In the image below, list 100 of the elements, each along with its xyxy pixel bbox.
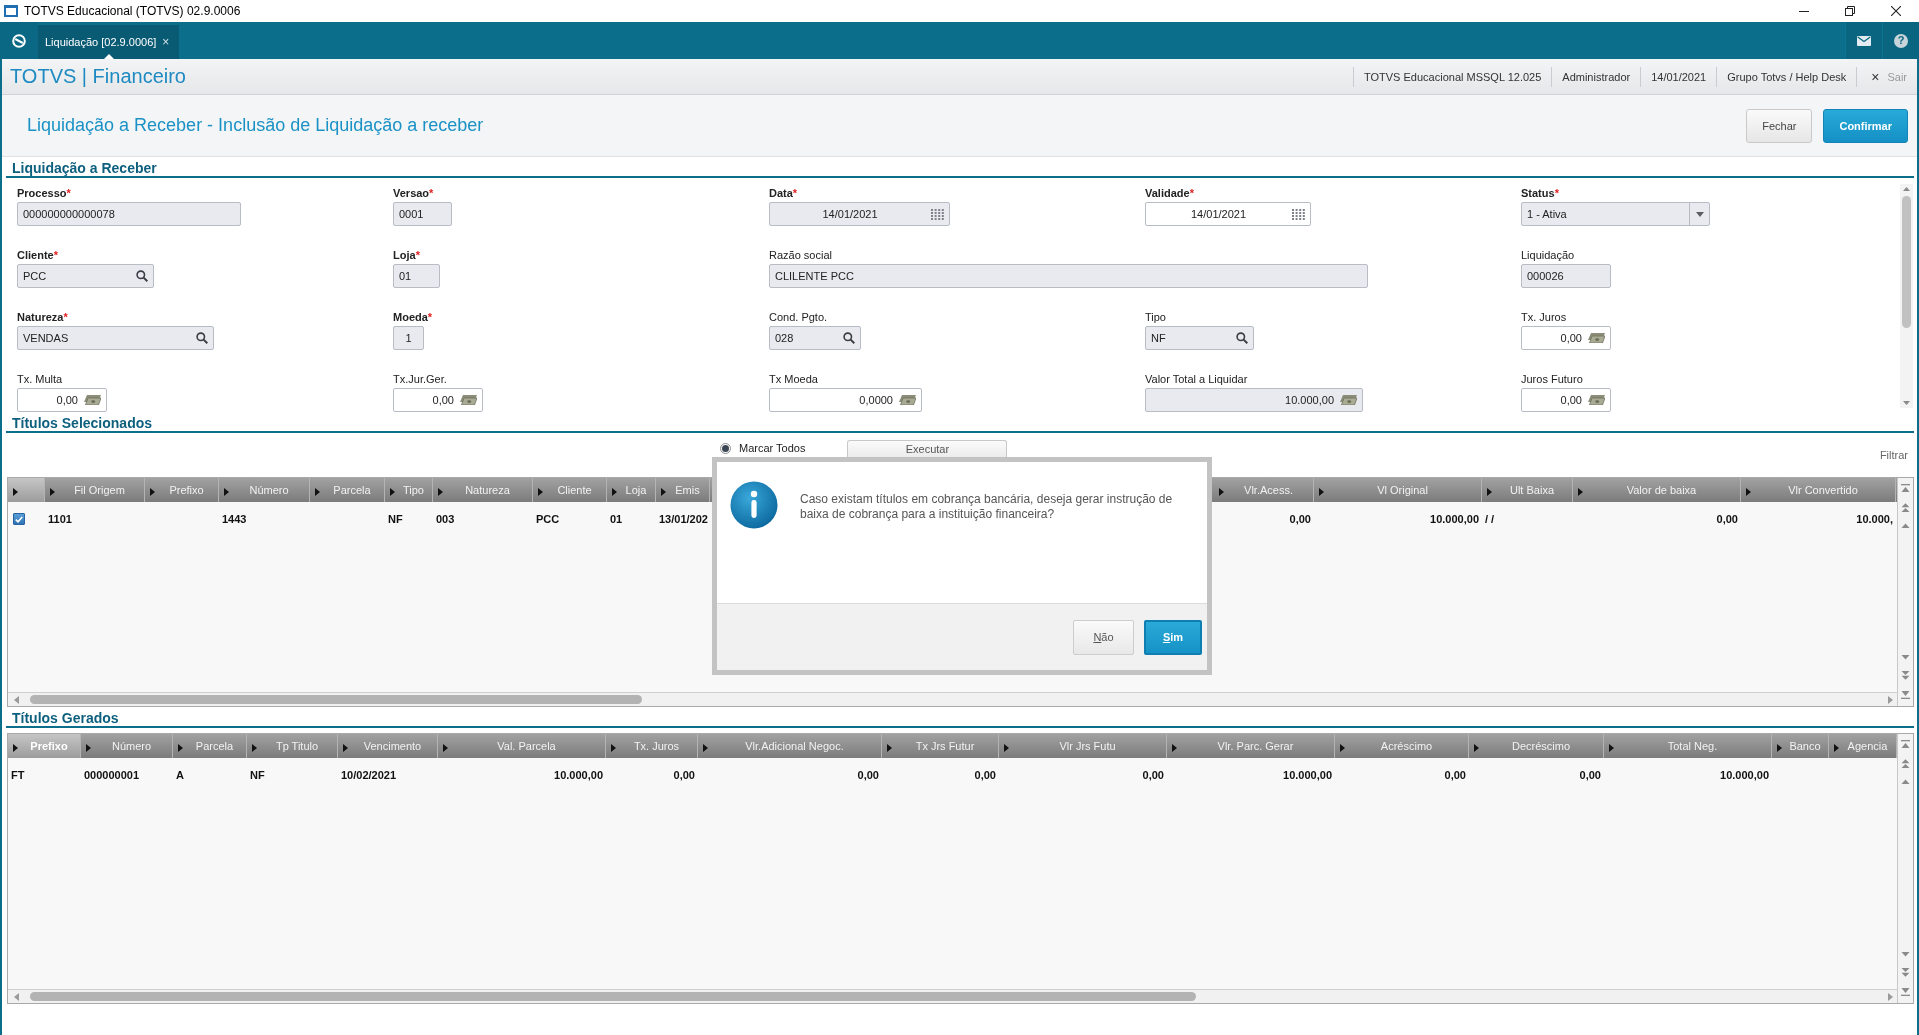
caret-icon[interactable]	[178, 744, 183, 752]
column-header[interactable]: Decréscimo	[1469, 734, 1604, 758]
search-icon[interactable]	[843, 332, 855, 344]
close-form-button[interactable]: Fechar	[1746, 108, 1813, 143]
column-header[interactable]	[8, 478, 45, 502]
column-header[interactable]: Tx Jrs Futur	[882, 734, 999, 758]
column-header[interactable]: Número	[81, 734, 173, 758]
row-checkbox[interactable]	[13, 513, 25, 525]
caret-icon[interactable]	[611, 744, 616, 752]
caret-icon[interactable]	[887, 744, 892, 752]
scroll-up-icon[interactable]	[1901, 523, 1910, 528]
column-header[interactable]: Tx. Juros	[606, 734, 698, 758]
vertical-scrollbar[interactable]	[1897, 478, 1913, 706]
scroll-down-icon[interactable]	[1903, 401, 1910, 405]
text-field[interactable]: 1	[393, 326, 424, 350]
caret-icon[interactable]	[50, 488, 55, 496]
tab-close-button[interactable]: ×	[162, 35, 170, 49]
caret-icon[interactable]	[13, 488, 18, 496]
caret-icon[interactable]	[1172, 744, 1177, 752]
horizontal-scrollbar[interactable]	[8, 692, 1897, 706]
caret-icon[interactable]	[224, 488, 229, 496]
caret-icon[interactable]	[150, 488, 155, 496]
date-field[interactable]: 14/01/2021	[769, 202, 950, 226]
money-icon[interactable]	[84, 395, 101, 405]
column-header[interactable]: Acréscimo	[1335, 734, 1469, 758]
number-field[interactable]: 0,00	[1521, 388, 1611, 412]
column-header[interactable]: Ult Baixa	[1482, 478, 1573, 502]
caret-icon[interactable]	[1746, 488, 1751, 496]
column-header[interactable]: Prefixo	[8, 734, 81, 758]
page-down-icon[interactable]	[1901, 671, 1910, 680]
column-header[interactable]: Valor de baixa	[1573, 478, 1741, 502]
scroll-bottom-icon[interactable]	[1901, 988, 1910, 996]
column-header[interactable]: Fil Origem	[45, 478, 145, 502]
radio-button[interactable]	[720, 442, 731, 454]
restore-icon[interactable]	[1845, 6, 1855, 16]
caret-icon[interactable]	[1319, 488, 1324, 496]
text-field[interactable]: CLILENTE PCC	[769, 264, 1368, 288]
scroll-down-icon[interactable]	[1901, 952, 1910, 957]
column-header[interactable]: Vlr.Acess.	[1214, 478, 1314, 502]
caret-icon[interactable]	[390, 488, 395, 496]
confirm-button[interactable]: Confirmar	[1823, 108, 1908, 143]
radio-label[interactable]: Marcar Todos	[739, 442, 806, 454]
column-header[interactable]: Vlr.Adicional Negoc.	[698, 734, 882, 758]
column-header[interactable]: Parcela	[310, 478, 385, 502]
caret-icon[interactable]	[86, 744, 91, 752]
search-icon[interactable]	[136, 270, 148, 282]
lookup-field[interactable]: NF	[1145, 326, 1254, 350]
text-field[interactable]: 000000000000078	[17, 202, 241, 226]
text-field[interactable]: 000026	[1521, 264, 1611, 288]
column-header[interactable]: Tp Titulo	[247, 734, 338, 758]
column-header[interactable]: Parcela	[173, 734, 247, 758]
column-header[interactable]: Vencimento	[338, 734, 438, 758]
page-down-icon[interactable]	[1901, 968, 1910, 977]
column-header[interactable]: Tipo	[385, 478, 433, 502]
yes-button[interactable]: Sim	[1144, 619, 1202, 655]
caret-icon[interactable]	[252, 744, 257, 752]
column-header[interactable]: Número	[219, 478, 310, 502]
column-header[interactable]: Val. Parcela	[438, 734, 606, 758]
money-icon[interactable]	[1588, 395, 1605, 405]
logout-button[interactable]: × Sair	[1856, 66, 1917, 87]
number-field[interactable]: 10.000,00	[1145, 388, 1363, 412]
scroll-top-icon[interactable]	[1901, 740, 1910, 748]
caret-icon[interactable]	[1578, 488, 1583, 496]
scroll-down-icon[interactable]	[1901, 655, 1910, 660]
horizontal-scrollbar[interactable]	[8, 989, 1897, 1003]
caret-icon[interactable]	[13, 744, 18, 752]
help-button[interactable]: ?	[1894, 33, 1908, 48]
dropdown[interactable]: 1 - Ativa	[1521, 202, 1710, 226]
caret-icon[interactable]	[1487, 488, 1492, 496]
lookup-field[interactable]: 028	[769, 326, 861, 350]
column-header[interactable]: Cliente	[533, 478, 607, 502]
lookup-field[interactable]: VENDAS	[17, 326, 214, 350]
scrollbar-thumb[interactable]	[30, 992, 1196, 1001]
column-header[interactable]: Vlr. Parc. Gerar	[1167, 734, 1335, 758]
vertical-scrollbar[interactable]	[1897, 734, 1913, 1003]
caret-icon[interactable]	[1004, 744, 1009, 752]
search-icon[interactable]	[1236, 332, 1248, 344]
money-icon[interactable]	[899, 395, 916, 405]
number-field[interactable]: 0,00	[1521, 326, 1611, 350]
number-field[interactable]: 0,00	[17, 388, 107, 412]
money-icon[interactable]	[460, 395, 477, 405]
scroll-bottom-icon[interactable]	[1901, 691, 1910, 699]
column-header[interactable]: Vlr Jrs Futu	[999, 734, 1167, 758]
number-field[interactable]: 0,0000	[769, 388, 922, 412]
caret-icon[interactable]	[1834, 744, 1839, 752]
caret-icon[interactable]	[1340, 744, 1345, 752]
calendar-icon[interactable]	[1292, 208, 1305, 220]
scroll-top-icon[interactable]	[1901, 484, 1910, 492]
column-header[interactable]: Total Neg.	[1604, 734, 1772, 758]
text-field[interactable]: 0001	[393, 202, 452, 226]
no-button[interactable]: Não	[1073, 619, 1134, 655]
filter-link[interactable]: Filtrar	[1879, 449, 1908, 461]
scroll-up-icon[interactable]	[1903, 187, 1910, 191]
close-icon[interactable]	[1891, 6, 1901, 16]
column-header[interactable]: Vlr Convertido	[1741, 478, 1896, 502]
caret-icon[interactable]	[1777, 744, 1782, 752]
minimize-icon[interactable]	[1799, 10, 1809, 12]
caret-icon[interactable]	[703, 744, 708, 752]
caret-icon[interactable]	[315, 488, 320, 496]
column-header[interactable]: Emis	[656, 478, 710, 502]
